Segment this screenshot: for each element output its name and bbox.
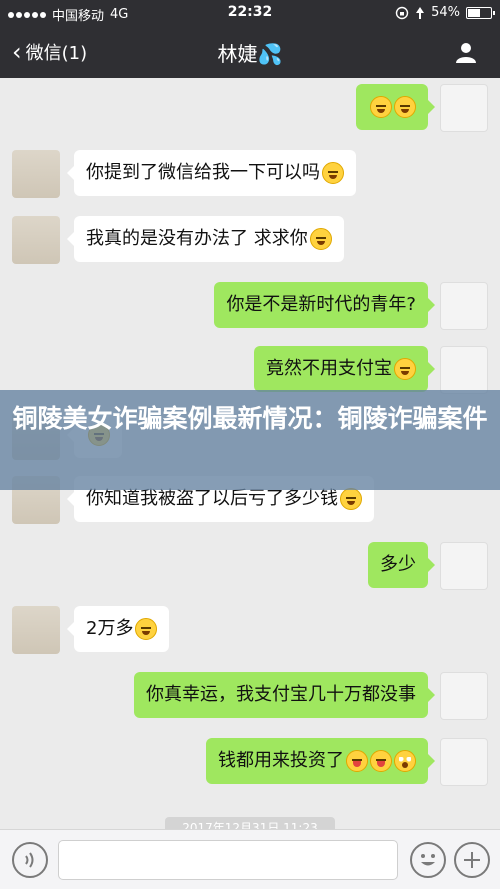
tongue-emoji-icon xyxy=(346,750,368,772)
message-text: 竟然不用支付宝 xyxy=(266,358,392,379)
message-text: 钱都用来投资了 xyxy=(218,750,344,771)
joy-emoji-icon xyxy=(370,96,392,118)
my-avatar[interactable] xyxy=(440,346,488,394)
message-bubble[interactable]: 你真幸运，我支付宝几十万都没事 xyxy=(134,672,435,718)
message-input[interactable] xyxy=(58,840,398,880)
voice-icon xyxy=(25,852,34,868)
my-avatar[interactable] xyxy=(440,738,488,786)
message-text: 多少 xyxy=(380,554,416,575)
my-avatar[interactable] xyxy=(440,672,488,720)
smiley-icon xyxy=(421,854,435,866)
message-text: 你提到了微信给我一下可以吗 xyxy=(86,162,320,183)
person-icon[interactable] xyxy=(454,40,478,64)
message-bubble[interactable]: 竟然不用支付宝 xyxy=(254,346,435,392)
message-bubble[interactable]: 钱都用来投资了 xyxy=(206,738,435,784)
rotation-lock-icon xyxy=(395,6,409,19)
message-bubble[interactable]: 你是不是新时代的青年? xyxy=(214,282,435,328)
tongue-emoji-icon xyxy=(370,750,392,772)
battery-percent: 54% xyxy=(431,5,460,20)
chat-header: ‹ 微信(1) 林婕💦 xyxy=(0,26,500,78)
message-text: 你真幸运，我支付宝几十万都没事 xyxy=(146,684,416,705)
contact-avatar[interactable] xyxy=(12,216,60,264)
battery-info: 54% xyxy=(395,5,495,20)
joy-emoji-icon xyxy=(394,96,416,118)
joy-emoji-icon xyxy=(394,358,416,380)
message-bubble[interactable]: 多少 xyxy=(368,542,435,588)
contact-avatar[interactable] xyxy=(12,606,60,654)
voice-button[interactable] xyxy=(12,842,48,878)
persevere-emoji-icon xyxy=(135,618,158,640)
persevere-emoji-icon xyxy=(322,162,344,184)
contact-avatar[interactable] xyxy=(12,150,60,198)
status-bar: 中国移动 4G 22:32 54% xyxy=(0,0,500,26)
message-bubble[interactable]: 我真的是没有办法了 求求你 xyxy=(67,216,344,262)
chat-title: 林婕💦 xyxy=(217,42,283,66)
overlay-banner: 铜陵美女诈骗案例最新情况：铜陵诈骗案件 xyxy=(0,390,500,490)
my-avatar[interactable] xyxy=(440,282,488,330)
plus-button[interactable] xyxy=(454,842,490,878)
battery-icon xyxy=(466,6,495,19)
message-bubble[interactable]: 你提到了微信给我一下可以吗 xyxy=(67,150,356,196)
my-avatar[interactable] xyxy=(440,542,488,590)
message-bubble[interactable] xyxy=(356,84,435,130)
arrow-up-icon xyxy=(416,6,425,19)
my-avatar[interactable] xyxy=(440,84,488,132)
persevere-emoji-icon xyxy=(309,228,332,250)
persevere-emoji-icon xyxy=(340,488,362,510)
message-text: 你知道我被盗了以后亏了多少钱 xyxy=(86,488,338,509)
message-text: 我真的是没有办法了 求求你 xyxy=(86,228,308,249)
emoji-button[interactable] xyxy=(410,842,446,878)
message-text: 2万多 xyxy=(86,618,134,639)
message-text: 你是不是新时代的青年? xyxy=(226,294,416,315)
flushed-emoji-icon xyxy=(394,750,416,772)
input-bar xyxy=(0,829,500,889)
message-bubble[interactable]: 2万多 xyxy=(66,606,170,652)
